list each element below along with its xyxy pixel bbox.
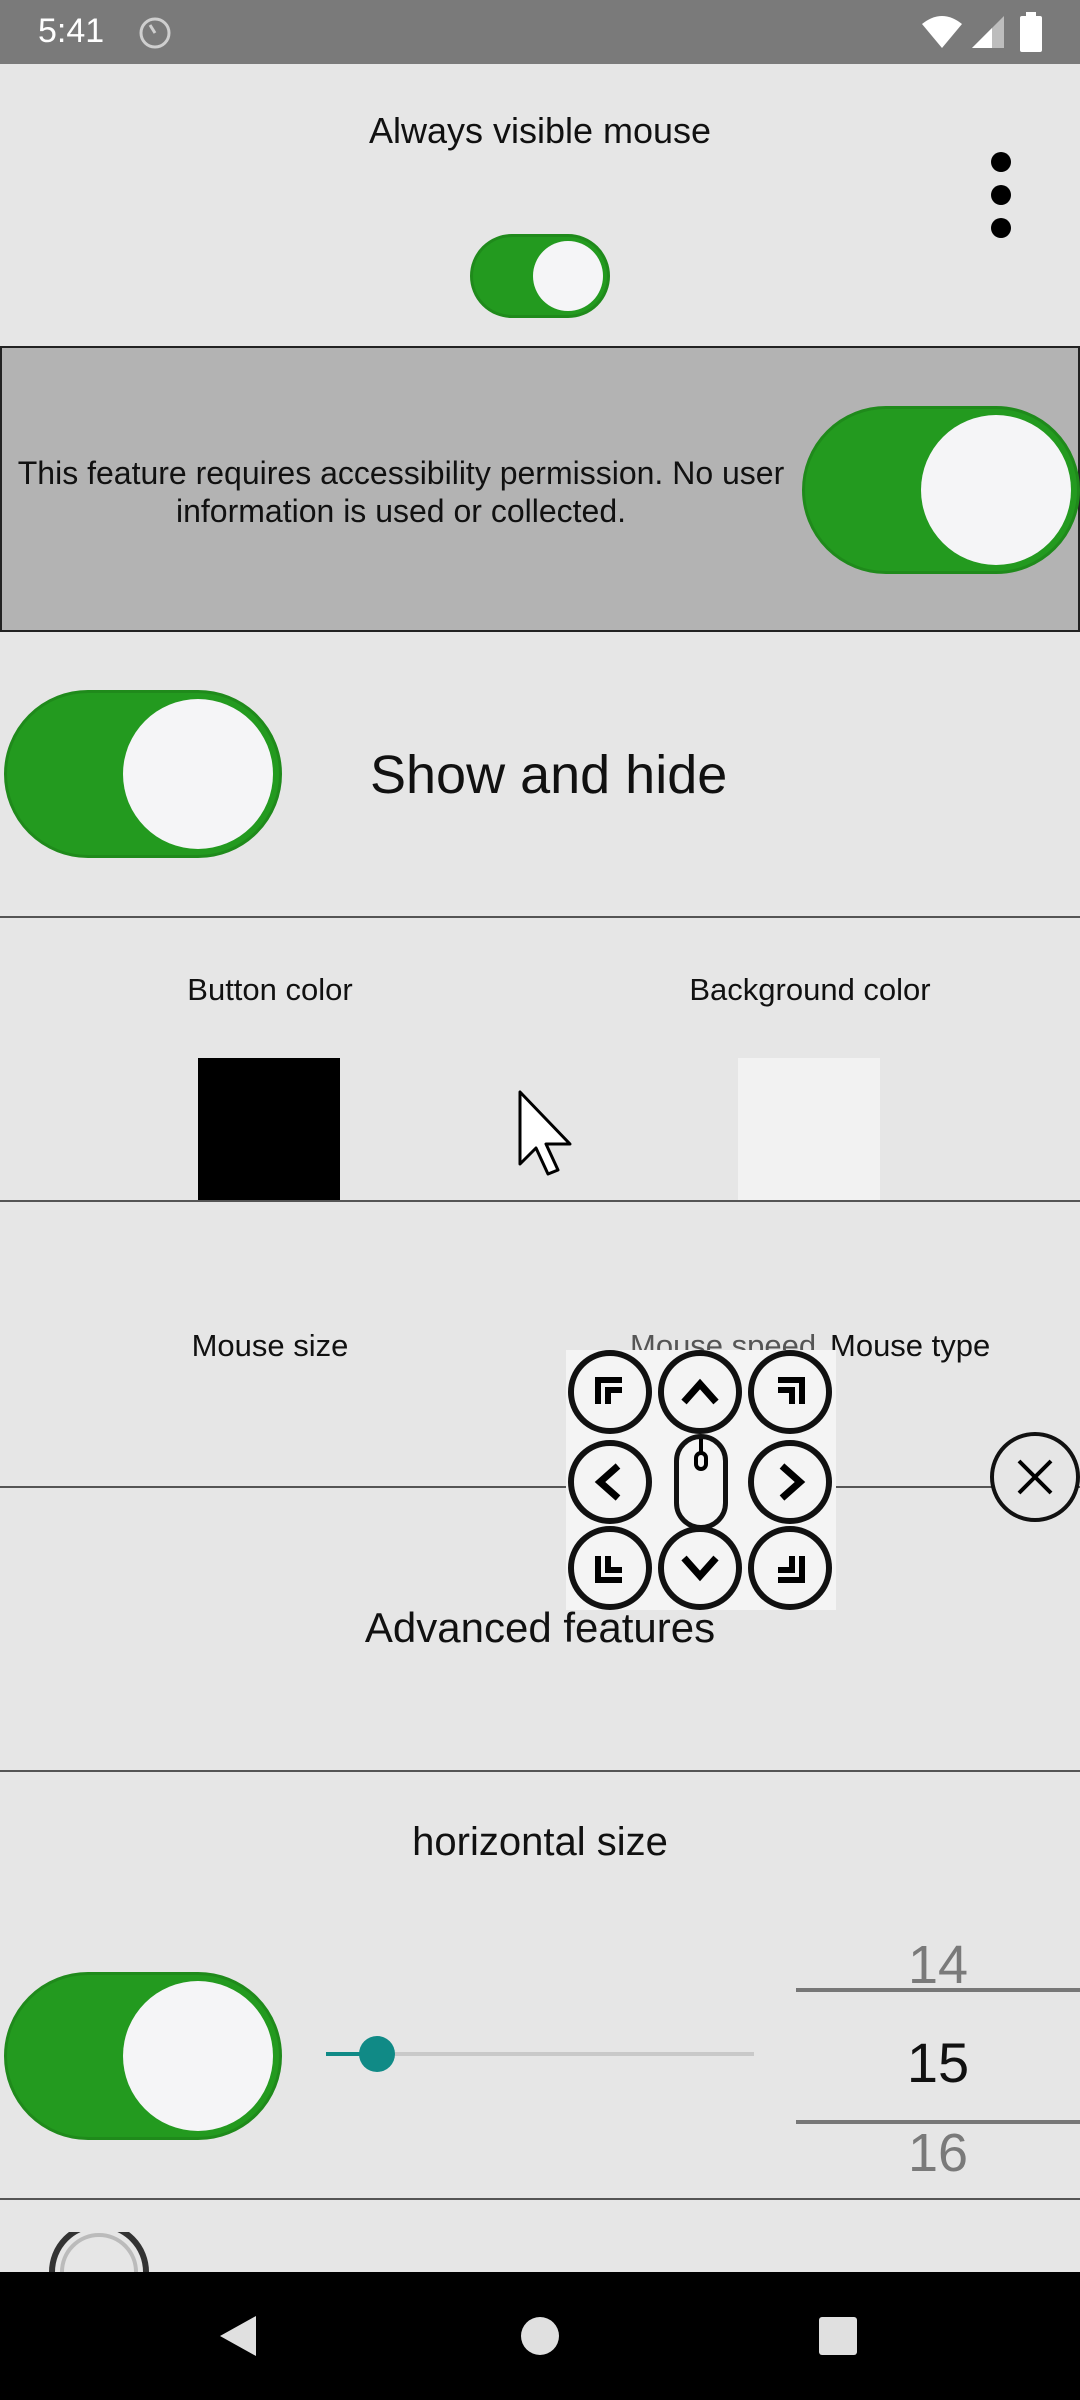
horizontal-size-label: horizontal size xyxy=(412,1820,668,1864)
corner-up-right-icon xyxy=(778,1377,805,1404)
background-color-label: Background color xyxy=(689,972,931,1007)
status-time: 5:41 xyxy=(38,12,105,50)
navigation-bar xyxy=(0,2272,1080,2400)
chevron-right-icon xyxy=(779,1463,806,1501)
mouse-type-label[interactable]: Mouse type xyxy=(830,1328,990,1364)
accessibility-permission-box: This feature requires accessibility perm… xyxy=(0,346,1080,632)
down-right-button[interactable] xyxy=(748,1526,832,1610)
clock-icon xyxy=(139,17,171,49)
toggle-knob xyxy=(123,699,273,849)
toggle-knob xyxy=(533,241,603,311)
always-visible-toggle[interactable] xyxy=(470,234,610,318)
close-icon xyxy=(1017,1459,1053,1495)
toggle-knob xyxy=(921,415,1071,565)
mouse-icon xyxy=(694,1439,708,1471)
picker-next-value[interactable]: 16 xyxy=(796,2122,1080,2184)
show-hide-toggle[interactable] xyxy=(4,690,282,858)
colors-section: Button color Background color xyxy=(0,918,1080,1202)
permission-toggle[interactable] xyxy=(802,406,1080,574)
down-left-button[interactable] xyxy=(568,1526,652,1610)
right-button[interactable] xyxy=(748,1440,832,1524)
page-title: Always visible mouse xyxy=(368,110,712,151)
home-icon[interactable] xyxy=(520,2316,560,2356)
close-pad-button[interactable] xyxy=(990,1432,1080,1522)
corner-down-left-icon xyxy=(595,1556,622,1583)
mouse-size-label[interactable]: Mouse size xyxy=(0,1328,540,1364)
more-vertical-icon[interactable] xyxy=(986,150,1016,240)
picker-divider-top xyxy=(796,1988,1080,1992)
corner-down-right-icon xyxy=(778,1556,805,1583)
show-hide-section: Show and hide xyxy=(0,632,1080,918)
horizontal-size-picker[interactable]: 14 15 16 xyxy=(796,1930,1080,2183)
button-color-swatch[interactable] xyxy=(198,1058,340,1200)
down-button[interactable] xyxy=(658,1526,742,1610)
left-button[interactable] xyxy=(568,1440,652,1524)
button-color-label: Button color xyxy=(187,972,353,1007)
mouse-cursor-icon xyxy=(518,1090,572,1176)
recents-icon[interactable] xyxy=(818,2316,858,2356)
up-right-button[interactable] xyxy=(748,1350,832,1434)
partial-ring-icon xyxy=(49,2232,149,2272)
status-bar: 5:41 xyxy=(0,0,1080,64)
chevron-up-icon xyxy=(681,1378,719,1405)
mouse-settings-section: Mouse size Mouse speed Mouse type xyxy=(0,1202,1080,1488)
picker-prev-value[interactable]: 14 xyxy=(796,1934,1080,1996)
wifi-icon xyxy=(922,16,962,48)
advanced-section[interactable]: Advanced features xyxy=(0,1488,1080,1772)
corner-up-left-icon xyxy=(595,1377,622,1404)
signal-icon xyxy=(972,16,1004,48)
chevron-down-icon xyxy=(681,1555,719,1582)
advanced-features-label: Advanced features xyxy=(364,1604,716,1651)
back-icon[interactable] xyxy=(218,2314,258,2358)
horizontal-size-toggle[interactable] xyxy=(4,1972,282,2140)
battery-icon xyxy=(1020,12,1042,52)
slider-thumb[interactable] xyxy=(359,2036,395,2072)
toggle-knob xyxy=(123,1981,273,2131)
permission-text: This feature requires accessibility perm… xyxy=(17,455,785,529)
mouse-control-pad xyxy=(566,1350,836,1610)
chevron-left-icon xyxy=(594,1463,621,1501)
background-color-swatch[interactable] xyxy=(738,1058,880,1200)
picker-current-value[interactable]: 15 xyxy=(796,2030,1080,2095)
header-section: Always visible mouse xyxy=(0,64,1080,346)
show-hide-label: Show and hide xyxy=(370,745,728,805)
horizontal-size-slider[interactable] xyxy=(326,2036,754,2072)
up-left-button[interactable] xyxy=(568,1350,652,1434)
up-button[interactable] xyxy=(658,1350,742,1434)
mouse-click-button[interactable] xyxy=(674,1434,728,1530)
